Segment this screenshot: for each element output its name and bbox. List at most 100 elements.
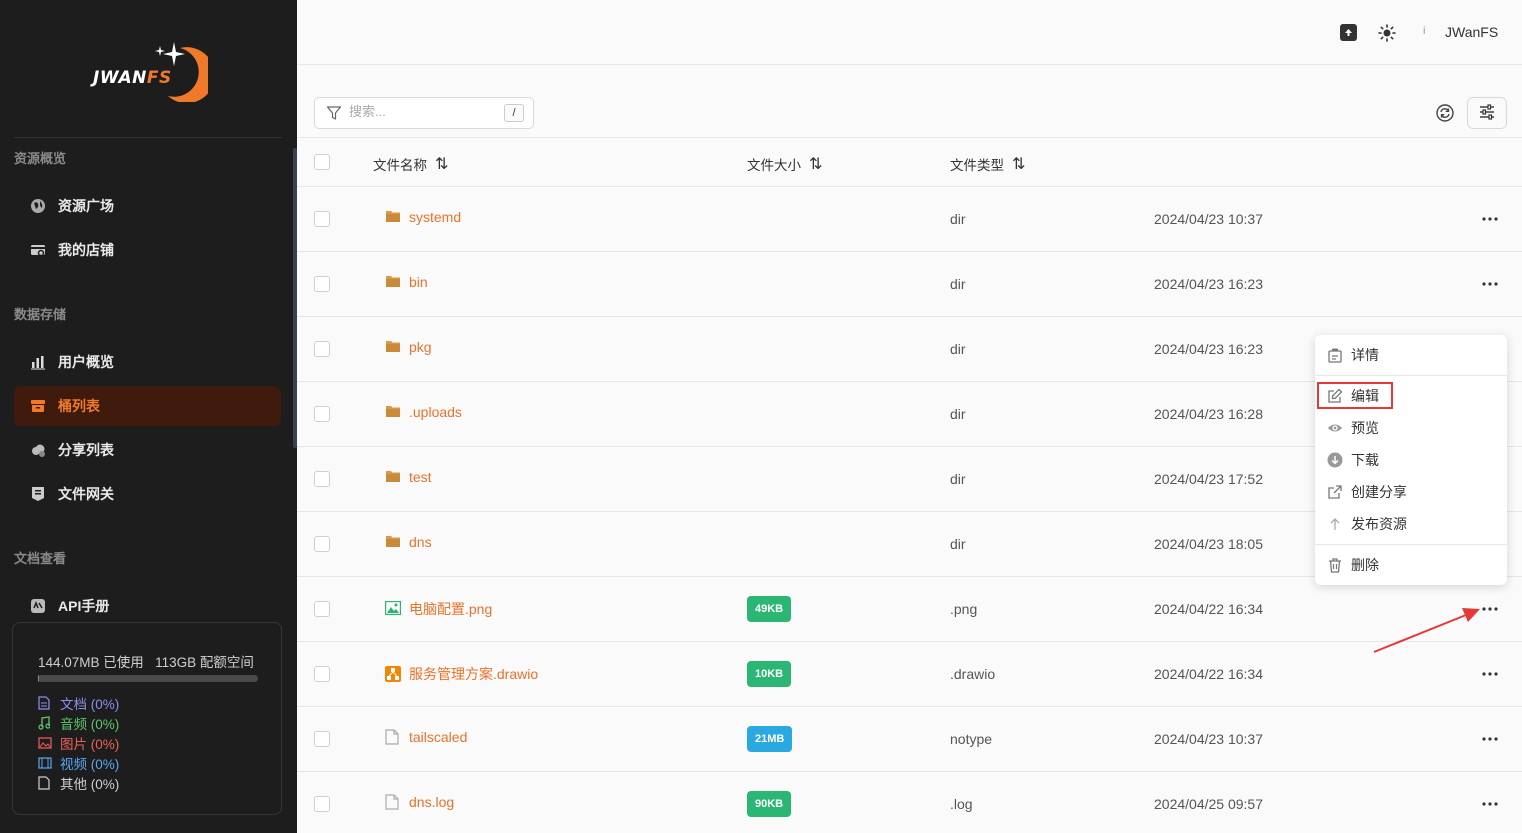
filter-icon [326,105,342,124]
table-row[interactable]: 服务管理方案.drawio 10KB .drawio 2024/04/22 16:34 [297,642,1522,707]
more-actions-icon[interactable] [1480,599,1500,619]
sidebar-item-file-gateway[interactable]: 文件网关 [14,474,281,514]
sidebar-item-resource-square[interactable]: 资源广场 [14,186,281,226]
folder-icon [385,339,401,355]
sort-icon[interactable]: ⇅ [435,154,448,174]
external-link-icon [1327,484,1343,500]
row-checkbox[interactable] [314,471,330,487]
menu-item-create-share[interactable]: 创建分享 [1327,481,1407,503]
column-header-size[interactable]: 文件大小 ⇅ [747,154,822,174]
modified-date: 2024/04/23 16:28 [1154,406,1263,422]
row-checkbox[interactable] [314,211,330,227]
file-type: dir [950,211,966,227]
table-row[interactable]: tailscaled 21MB notype 2024/04/23 10:37 [297,707,1522,772]
file-name-link[interactable]: .uploads [385,404,462,420]
drawio-icon [385,666,401,682]
table-row[interactable]: systemd dir 2024/04/23 10:37 [297,187,1522,252]
table-row[interactable]: dns.log 90KB .log 2024/04/25 09:57 [297,772,1522,833]
more-actions-icon[interactable] [1480,664,1500,684]
file-icon [385,729,401,745]
file-type: dir [950,341,966,357]
sidebar: JWANFS 资源概览 资源广场 我的店铺 数据存储 用户概览 桶列表 分享列表… [0,0,297,833]
file-type: .log [950,796,973,812]
row-checkbox[interactable] [314,341,330,357]
context-menu: 详情 编辑 预览 下载 创建分享 发布资源 删除 [1315,335,1507,585]
modified-date: 2024/04/25 09:57 [1154,796,1263,812]
select-all-checkbox[interactable] [314,154,330,170]
table-row[interactable]: 电脑配置.png 49KB .png 2024/04/22 16:34 [297,577,1522,642]
storage-usage-text: 144.07MB 已使用 113GB 配额空间 [38,655,254,670]
file-size-badge: 21MB [747,726,793,752]
cloud-share-icon [30,442,46,458]
section-title-overview: 资源概览 [14,151,67,166]
file-name-link[interactable]: tailscaled [385,729,467,745]
file-type: .png [950,601,978,617]
more-actions-icon[interactable] [1480,794,1500,814]
logo-text: JWANFS [93,68,172,88]
more-actions-icon[interactable] [1480,209,1500,229]
sidebar-item-share-list[interactable]: 分享列表 [14,430,281,470]
file-name-link[interactable]: 服务管理方案.drawio [385,664,538,684]
music-icon [38,716,52,730]
folder-icon [385,534,401,550]
sidebar-item-label: 桶列表 [58,398,100,414]
file-name-link[interactable]: test [385,469,432,485]
folder-icon [385,274,401,290]
search-box[interactable]: / [314,97,534,129]
upload-icon[interactable] [1340,24,1357,41]
file-type: .drawio [950,666,996,682]
api-icon [30,598,46,614]
modified-date: 2024/04/23 17:52 [1154,471,1263,487]
file-name-link[interactable]: bin [385,274,428,290]
sidebar-item-api-manual[interactable]: API手册 [14,586,281,626]
sidebar-item-user-overview[interactable]: 用户概览 [14,342,281,382]
sidebar-item-bucket-list[interactable]: 桶列表 [14,386,281,426]
theme-toggle-sun-icon[interactable] [1378,24,1396,42]
search-input[interactable] [349,104,499,119]
row-checkbox[interactable] [314,601,330,617]
sidebar-item-my-store[interactable]: 我的店铺 [14,230,281,270]
file-name-link[interactable]: systemd [385,209,461,225]
table-row[interactable]: bin dir 2024/04/23 16:23 [297,252,1522,317]
file-name-link[interactable]: dns [385,534,432,550]
menu-item-publish[interactable]: 发布资源 [1327,513,1407,535]
file-name-link[interactable]: 电脑配置.png [385,599,492,619]
column-header-name[interactable]: 文件名称 ⇅ [373,154,448,174]
row-checkbox[interactable] [314,666,330,682]
sidebar-item-label: API手册 [58,598,110,614]
modified-date: 2024/04/23 16:23 [1154,276,1263,292]
row-checkbox[interactable] [314,731,330,747]
more-actions-icon[interactable] [1480,274,1500,294]
top-bar: i JWanFS [297,0,1522,65]
trash-icon [1327,557,1343,573]
menu-item-download[interactable]: 下载 [1327,449,1379,471]
film-icon [38,757,52,769]
refresh-icon[interactable] [1435,103,1455,123]
row-checkbox[interactable] [314,406,330,422]
modified-date: 2024/04/23 18:05 [1154,536,1263,552]
column-settings-button[interactable] [1467,97,1507,129]
menu-item-delete[interactable]: 删除 [1327,554,1379,576]
column-header-type[interactable]: 文件类型 ⇅ [950,154,1025,174]
more-actions-icon[interactable] [1480,729,1500,749]
row-checkbox[interactable] [314,536,330,552]
modified-date: 2024/04/23 16:23 [1154,341,1263,357]
sort-icon[interactable]: ⇅ [809,154,822,174]
sort-icon[interactable]: ⇅ [1012,154,1025,174]
table-header: 文件名称 ⇅ 文件大小 ⇅ 文件类型 ⇅ [297,137,1522,187]
row-checkbox[interactable] [314,276,330,292]
sidebar-divider [14,137,282,138]
row-checkbox[interactable] [314,796,330,812]
menu-item-details[interactable]: 详情 [1327,344,1379,366]
sidebar-item-label: 分享列表 [58,442,114,458]
search-shortcut-key: / [504,104,524,122]
menu-item-preview[interactable]: 预览 [1327,417,1379,439]
details-icon [1327,347,1343,363]
file-name-link[interactable]: pkg [385,339,432,355]
folder-icon [385,404,401,420]
edit-highlight-annotation [1317,382,1393,409]
app-logo[interactable]: JWANFS [88,38,215,104]
user-name[interactable]: JWanFS [1445,24,1498,40]
file-name-link[interactable]: dns.log [385,794,454,810]
sidebar-item-label: 资源广场 [58,198,114,214]
